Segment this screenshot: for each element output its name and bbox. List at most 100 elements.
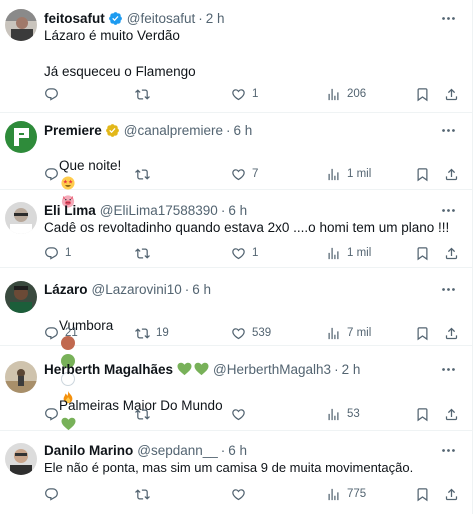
- share-button[interactable]: [444, 485, 459, 503]
- display-name[interactable]: Eli Lima: [44, 203, 96, 218]
- bookmark-icon: [415, 246, 430, 261]
- tweet-text: Lázaro é muito Verdão Já esqueceu o Flam…: [44, 28, 196, 79]
- avatar[interactable]: [5, 121, 37, 153]
- tweet[interactable]: feitosafut @feitosafut · 2 h Lázaro é mu…: [0, 0, 472, 113]
- bookmark-button[interactable]: [415, 165, 430, 183]
- share-icon: [444, 407, 459, 422]
- reply-button[interactable]: [44, 485, 65, 503]
- user-handle[interactable]: @feitosafut: [127, 11, 196, 26]
- avatar[interactable]: [5, 202, 37, 234]
- separator-dot: ·: [334, 361, 339, 377]
- share-icon: [444, 326, 459, 341]
- avatar[interactable]: [5, 443, 37, 475]
- avatar[interactable]: [5, 281, 37, 313]
- views-button[interactable]: 7 mil: [326, 324, 371, 342]
- timestamp[interactable]: 6 h: [234, 123, 253, 138]
- timestamp[interactable]: 2 h: [342, 362, 361, 377]
- display-name[interactable]: Premiere: [44, 123, 102, 138]
- tweet[interactable]: Danilo Marino @sepdann__ · 6 h Ele não é…: [0, 431, 472, 514]
- views-icon: [326, 487, 341, 502]
- tweet-header: Danilo Marino @sepdann__ · 6 h: [44, 441, 442, 459]
- views-button[interactable]: 53: [326, 405, 360, 423]
- reply-button[interactable]: [44, 85, 65, 103]
- user-handle[interactable]: @EliLima17588390: [100, 203, 218, 218]
- retweet-button[interactable]: [135, 165, 156, 183]
- views-icon: [326, 326, 341, 341]
- tweet-actions: 7 1 mil: [44, 165, 462, 183]
- reply-button[interactable]: 21: [44, 324, 78, 342]
- display-name[interactable]: Danilo Marino: [44, 443, 133, 458]
- like-button[interactable]: 7: [231, 165, 258, 183]
- tweet-header: feitosafut @feitosafut · 2 h: [44, 9, 442, 27]
- user-handle[interactable]: @HerberthMagalh3: [213, 362, 331, 377]
- more-options-icon[interactable]: [439, 121, 457, 139]
- like-count: 1: [252, 247, 259, 259]
- reply-button[interactable]: 1: [44, 244, 71, 262]
- display-name[interactable]: Lázaro: [44, 282, 88, 297]
- retweet-button[interactable]: [135, 244, 156, 262]
- retweet-button[interactable]: [135, 405, 156, 423]
- share-icon: [444, 246, 459, 261]
- more-options-icon[interactable]: [439, 280, 457, 298]
- tweet-header: Premiere @canalpremiere · 6 h: [44, 121, 442, 139]
- tweet[interactable]: Lázaro @Lazarovini10 · 6 h Vumbora 21 19…: [0, 268, 472, 404]
- views-icon: [326, 167, 341, 182]
- share-button[interactable]: [444, 324, 459, 342]
- views-icon: [326, 87, 341, 102]
- bookmark-button[interactable]: [415, 405, 430, 423]
- reply-button[interactable]: [44, 405, 65, 423]
- like-button[interactable]: [231, 485, 252, 503]
- reply-button[interactable]: [44, 165, 65, 183]
- share-button[interactable]: [444, 244, 459, 262]
- avatar[interactable]: [5, 361, 37, 393]
- separator-dot: ·: [226, 122, 231, 138]
- views-button[interactable]: 206: [326, 85, 366, 103]
- views-button[interactable]: 1 mil: [326, 165, 371, 183]
- retweet-icon: [135, 87, 150, 102]
- user-handle[interactable]: @Lazarovini10: [92, 282, 182, 297]
- tweet[interactable]: Eli Lima @EliLima17588390 · 6 h Cadê os …: [0, 190, 472, 268]
- tweet[interactable]: Premiere @canalpremiere · 6 h Que noite!…: [0, 113, 472, 208]
- display-name[interactable]: feitosafut: [44, 11, 105, 26]
- retweet-icon: [135, 487, 150, 502]
- views-count: 7 mil: [347, 327, 372, 339]
- timestamp[interactable]: 6 h: [192, 282, 211, 297]
- views-icon: [326, 246, 341, 261]
- user-handle[interactable]: @sepdann__: [137, 443, 218, 458]
- bookmark-button[interactable]: [415, 244, 430, 262]
- more-options-icon[interactable]: [439, 360, 457, 378]
- share-button[interactable]: [444, 85, 459, 103]
- retweet-icon: [135, 167, 150, 182]
- bookmark-button[interactable]: [415, 485, 430, 503]
- timestamp[interactable]: 2 h: [206, 11, 225, 26]
- like-button[interactable]: [231, 405, 252, 423]
- retweet-button[interactable]: 19: [135, 324, 169, 342]
- timestamp[interactable]: 6 h: [228, 203, 247, 218]
- avatar[interactable]: [5, 9, 37, 41]
- views-button[interactable]: 775: [326, 485, 366, 503]
- verified-badge-icon: [105, 123, 120, 138]
- views-icon: [326, 407, 341, 422]
- like-button[interactable]: 1: [231, 85, 258, 103]
- like-button[interactable]: 1: [231, 244, 258, 262]
- more-options-icon[interactable]: [439, 441, 457, 459]
- share-button[interactable]: [444, 165, 459, 183]
- tweet[interactable]: Herberth Magalhães @HerberthMagalh3 · 2 …: [0, 346, 472, 431]
- heart-icon: [231, 246, 246, 261]
- separator-dot: ·: [220, 202, 226, 218]
- more-options-icon[interactable]: [439, 9, 457, 27]
- like-count: 7: [252, 168, 259, 180]
- views-button[interactable]: 1 mil: [326, 244, 371, 262]
- retweet-button[interactable]: [135, 485, 156, 503]
- retweet-button[interactable]: [135, 85, 156, 103]
- like-button[interactable]: 539: [231, 324, 271, 342]
- display-name[interactable]: Herberth Magalhães: [44, 362, 173, 377]
- user-handle[interactable]: @canalpremiere: [124, 123, 223, 138]
- tweet-actions: 1 206: [44, 85, 462, 103]
- share-button[interactable]: [444, 405, 459, 423]
- bookmark-button[interactable]: [415, 324, 430, 342]
- bookmark-button[interactable]: [415, 85, 430, 103]
- timestamp[interactable]: 6 h: [228, 443, 247, 458]
- tweet-actions: 53: [44, 405, 462, 423]
- more-options-icon[interactable]: [439, 201, 457, 219]
